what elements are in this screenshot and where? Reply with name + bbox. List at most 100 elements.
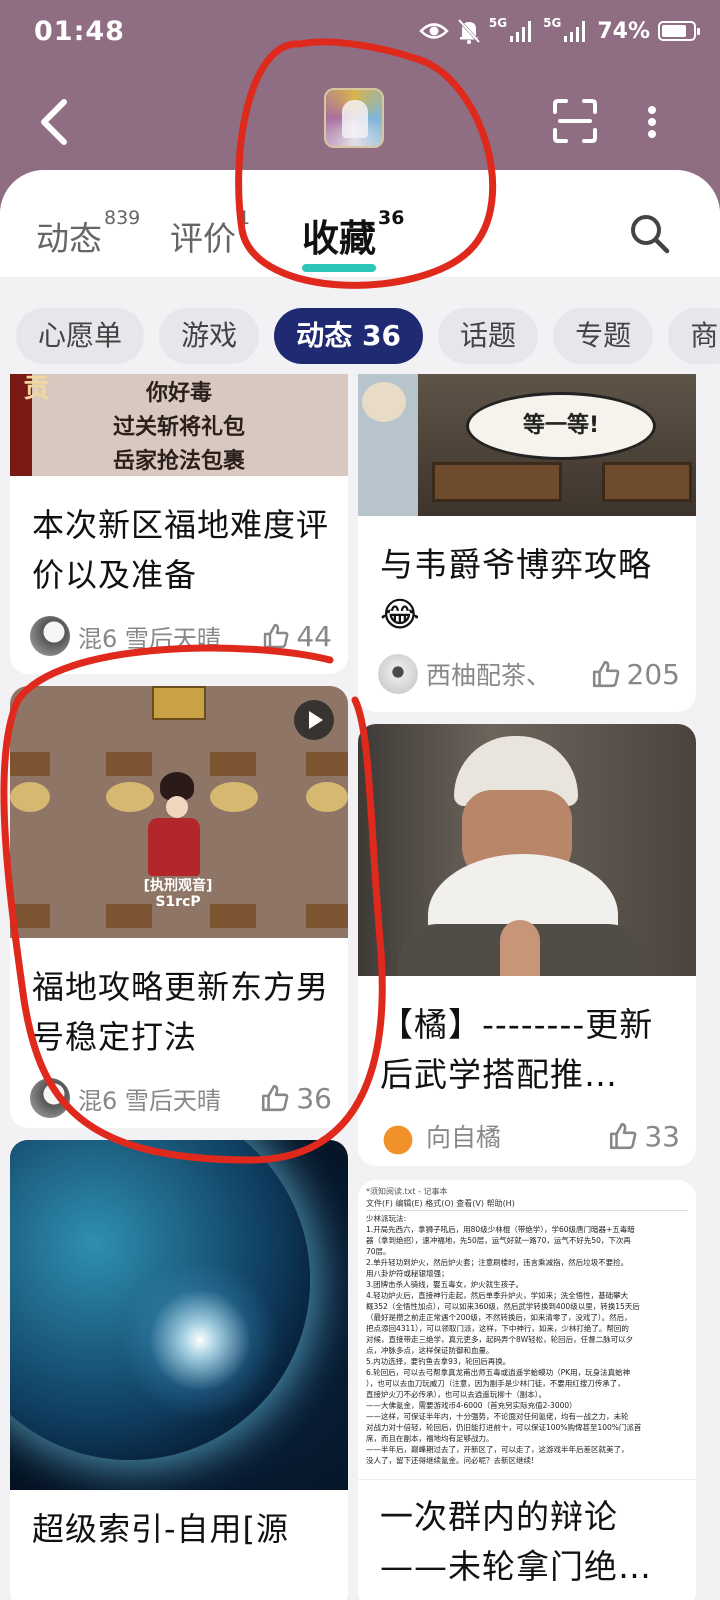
chip-shop[interactable]: 商 [668,308,720,364]
notepad-line: 6.轮回后，可以去弓帮拿真龙甫出师五毒或逍遥学蛤蟆功（PK用，玩身法真蛤神 [366,1368,631,1377]
status-bar: 01:48 5G 5G 74% [34,16,700,52]
notepad-line: 少林派玩法: [366,1214,407,1223]
notepad-line: 3.团牌击杀人骑线，娶五毒女，炉火就生孩子。 [366,1280,524,1289]
like-button[interactable]: 33 [608,1120,680,1153]
notepad-body: 少林派玩法: 1.开局先西六，拿狮子吼后，用80级少林棍（带绝学），学60级唐门暗… [366,1213,688,1466]
post-card[interactable]: 超级索引-自用[源 [10,1140,348,1600]
tab-underline [302,264,377,272]
post-image: *须知阅读.txt - 记事本 文件(F) 编辑(E) 格式(O) 查看(V) … [358,1180,696,1480]
chip-dynamics[interactable]: 动态 36 [274,308,423,364]
tab-label: 评价 [170,219,236,258]
author-avatar[interactable] [378,654,418,694]
thumbs-up-icon [264,623,289,649]
author-name[interactable]: 西柚配茶、 [426,656,591,692]
post-image: 等一等! [358,374,696,516]
network-label-1: 5G [488,16,508,30]
chip-specials[interactable]: 专题 [553,308,654,364]
image-text: 你好毒 [145,380,212,406]
notepad-line: 5.内功选择，要钓鱼去拿93，轮回后再换。 [366,1357,511,1366]
post-meta: 向自橘 33 [378,1116,680,1156]
like-count: 44 [296,619,332,653]
post-card-video[interactable]: [执刑观音] S1rcP 福地攻略更新东方男号稳定打法 混6 雪后天晴 36 [10,686,348,1128]
thumbs-up-icon [592,660,619,688]
speech-bubble: 等一等! [466,392,656,460]
notepad-line: 概352（全悟性加点），可以如来360级，然后武学转换到400级以里，转换15天… [366,1302,640,1311]
tab-dynamics[interactable]: 动态839 [36,207,140,260]
author-name[interactable]: 混6 雪后天晴 [78,619,262,654]
tab-count: 1 [238,207,251,229]
notepad-line: 器（拿到绝招），速冲福地，先50层，运气好就一路70，运气不好先50，下次再 [366,1236,631,1245]
tab-label: 收藏 [302,217,376,260]
play-icon[interactable] [294,700,334,740]
like-button[interactable]: 44 [262,620,332,653]
thumbs-up-icon [610,1122,637,1150]
tab-count: 839 [104,207,141,229]
author-avatar[interactable] [378,1116,418,1156]
post-card[interactable]: 【橘】--------更新后武学搭配推… 向自橘 33 [358,724,696,1166]
post-card[interactable]: 贡 你好毒 过关斩将礼包 岳家抢法包裹 本次新区福地难度评价以及准备 混6 雪后… [10,374,348,674]
post-meta: 混6 雪后天晴 44 [30,616,332,656]
author-name[interactable]: 向自橘 [426,1118,608,1154]
laughing-emoji-icon: 😂 [380,595,421,635]
notepad-line: 对候，直接带走三绝学，真元吏多，起码弄个8W轻松，轮回后，任督二脉可以夕 [366,1335,634,1344]
battery-percent: 74% [597,18,650,44]
tab-favorites[interactable]: 收藏 36 [302,206,405,272]
notepad-title: *须知阅读.txt - 记事本 [366,1187,448,1196]
post-image: 贡 你好毒 过关斩将礼包 岳家抢法包裹 [10,374,348,476]
network-label-2: 5G [543,16,562,30]
notepad-line: 2.单升轻功到炉火，然后炉火套；注意刷楼时，违言乘减指，然后垃圾不要捡。 [366,1258,629,1267]
chip-wishlist[interactable]: 心愿单 [16,308,145,364]
scan-icon[interactable] [552,98,598,144]
battery-icon [658,21,700,41]
thumbs-up-icon [262,1084,289,1112]
chip-games[interactable]: 游戏 [159,308,260,364]
like-count: 205 [626,657,680,691]
notepad-line: ——这样，可保证半年内，十分强势，不论面对任何氪佬，均有一战之力，未轮 [366,1412,629,1421]
post-image [10,1140,348,1490]
post-card[interactable]: *须知阅读.txt - 记事本 文件(F) 编辑(E) 格式(O) 查看(V) … [358,1180,696,1600]
like-count: 33 [644,1119,680,1153]
post-title-text: 与韦爵爷博弈攻略 [380,545,652,584]
post-title: 与韦爵爷博弈攻略 😂 [380,540,678,640]
notepad-line: ——半年后，巅峰期过去了，开新区了，可以走了，这游戏半年后差区就美了， [366,1445,629,1454]
notepad-line: 70层。 [366,1247,391,1256]
like-button[interactable]: 36 [260,1082,332,1115]
status-time: 01:48 [34,16,125,47]
author-name[interactable]: 混6 雪后天晴 [78,1081,260,1116]
signal-icon [563,20,589,42]
notepad-line: 1.开局先西六，拿狮子吼后，用80级少林棍（带绝学），学60级唐门暗器+五毒暗 [366,1225,635,1234]
notepad-line: 把点添回4311），可以领取门派，这样，下中神行，如来，少林打绝了。帮回的 [366,1324,629,1333]
notepad-line: 没人了，留下还得继续氪金。问必呢？去新区继续! [366,1456,535,1465]
notepad-line: 点，冲脉多点，这样保证防御和血量。 [366,1346,494,1355]
image-text: 过关斩将礼包 [112,414,245,440]
post-title: 一次群内的辩论——未轮拿门绝… [380,1497,652,1586]
notepad-menu: 文件(F) 编辑(E) 格式(O) 查看(V) 帮助(H) [366,1198,688,1211]
post-card[interactable]: 等一等! 与韦爵爷博弈攻略 😂 西柚配茶、 205 [358,374,696,712]
image-text: 岳家抢法包裹 [112,448,245,474]
image-text: S1rcP [155,894,201,910]
tab-label: 动态 [36,219,102,258]
notepad-line: 用八卦炉符或秘银增强； [366,1269,449,1278]
signal-icon [509,20,535,42]
post-image: [执刑观音] S1rcP [10,686,348,938]
mute-bell-icon [457,18,481,44]
like-button[interactable]: 205 [591,658,680,691]
tab-count: 36 [378,206,405,229]
notepad-line: 直接炉火刀不必传承），也可以去逍遥玩柳十（副本）。 [366,1390,546,1399]
chip-topics[interactable]: 话题 [438,308,539,364]
eye-icon [419,23,449,39]
notepad-line: 对战力对十倍轻，轮回后，仍旧能打进前十，可以保证100%购俾甚至100%门派首 [366,1423,642,1432]
author-avatar[interactable] [30,616,70,656]
notepad-line: ——大佛氪金，需要游戏币4-6000（首充另实际充值2-3000） [366,1401,577,1410]
search-icon[interactable] [628,212,670,254]
more-vertical-icon[interactable] [640,104,664,140]
post-title: 【橘】--------更新后武学搭配推… [380,1005,654,1094]
post-image [358,724,696,976]
back-icon[interactable] [34,96,74,148]
notepad-line: ），也可以去血刀玩威刀（注意，因为副手是少林门徒，不要用红搜刀传承了， [366,1379,625,1388]
author-avatar[interactable] [30,1078,70,1118]
like-count: 36 [296,1081,332,1115]
game-avatar[interactable] [324,88,384,148]
tab-reviews[interactable]: 评价1 [170,207,250,260]
post-meta: 混6 雪后天晴 36 [30,1078,332,1118]
